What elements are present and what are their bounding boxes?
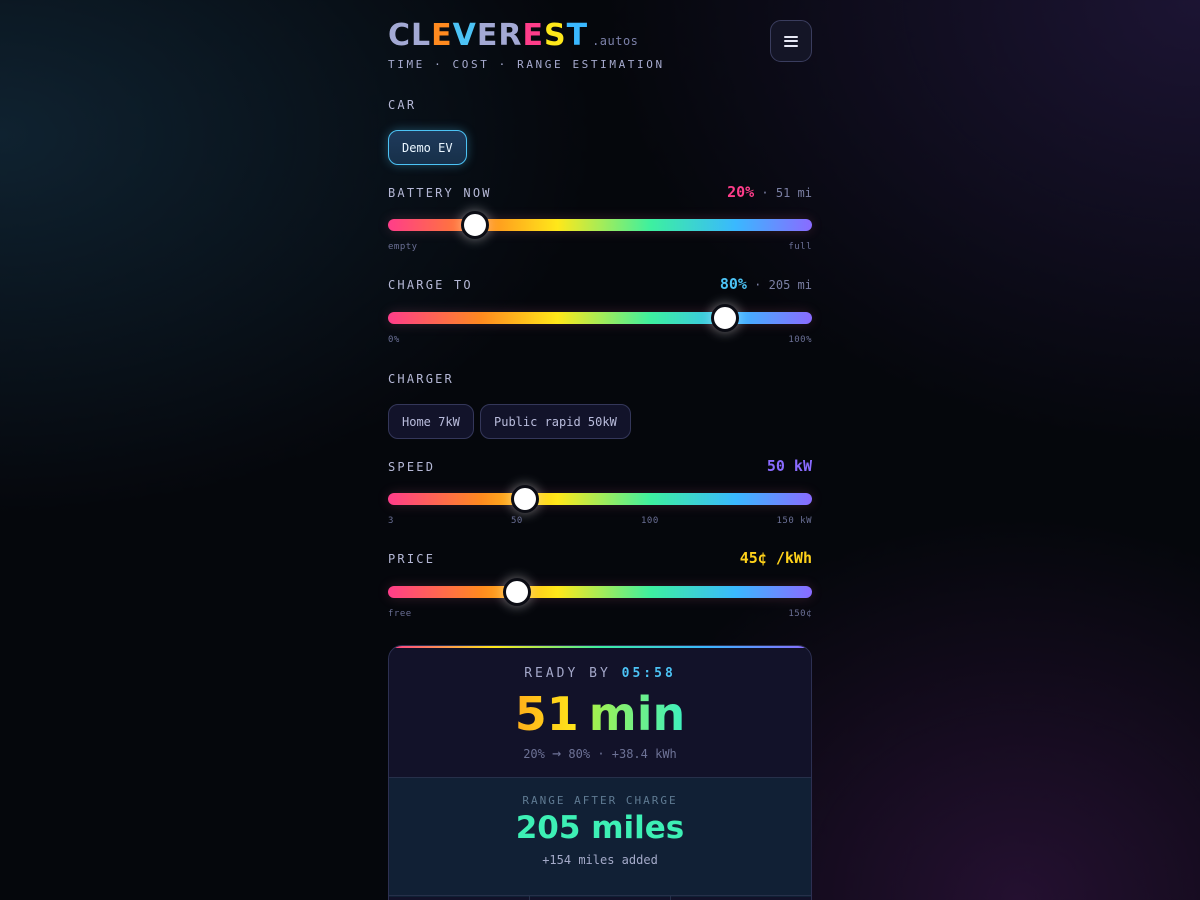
- stat-cell: [530, 896, 671, 900]
- logo-letter: E: [431, 18, 453, 53]
- speed-label: SPEED: [388, 460, 436, 474]
- price-max-label: 150¢: [788, 609, 812, 619]
- ready-by-time: 05:58: [621, 666, 676, 681]
- charger-label: CHARGER: [388, 372, 454, 386]
- battery-miles: 51 mi: [775, 186, 812, 200]
- battery-value: 20% · 51 mi: [727, 183, 812, 201]
- car-option-demo-ev[interactable]: Demo EV: [388, 130, 467, 165]
- range-panel: RANGE AFTER CHARGE 205 miles +154 miles …: [389, 777, 811, 897]
- speed-slider-thumb[interactable]: [511, 485, 540, 513]
- arrow-right-icon: →: [552, 744, 562, 762]
- charge-to-separator: ·: [754, 278, 762, 292]
- battery-label: BATTERY NOW: [388, 186, 492, 200]
- speed-slider[interactable]: [388, 485, 812, 513]
- logo-suffix: .autos: [592, 34, 639, 48]
- speed-value-text: 50 kW: [766, 457, 812, 475]
- logo-letter: R: [498, 18, 523, 53]
- charge-to-slider-thumb[interactable]: [710, 304, 739, 332]
- charge-to-slider[interactable]: [388, 304, 812, 332]
- battery-max-label: full: [788, 242, 812, 252]
- speed-tick-100: 100: [641, 516, 659, 526]
- logo[interactable]: CLEVEREST .autos: [388, 18, 638, 54]
- range-value: 205 miles: [515, 810, 685, 846]
- main-column: CLEVEREST .autos TIME · COST · RANGE EST…: [388, 0, 812, 900]
- price-label: PRICE: [388, 552, 436, 566]
- charge-to-miles: 205 mi: [768, 278, 812, 292]
- charger-option-public-rapid-50kw[interactable]: Public rapid 50kW: [480, 404, 631, 439]
- summary-to: 80%: [568, 747, 591, 761]
- charger-option-home-7kw[interactable]: Home 7kW: [388, 404, 474, 439]
- ready-by: READY BY 05:58: [389, 666, 811, 681]
- logo-letter: T: [566, 18, 589, 53]
- battery-separator: ·: [761, 186, 769, 200]
- price-slider-thumb[interactable]: [502, 578, 531, 606]
- price-slider[interactable]: [388, 578, 812, 606]
- speed-tick-3: 3: [388, 516, 394, 526]
- logo-letter: S: [543, 18, 567, 53]
- price-min-label: free: [388, 609, 412, 619]
- charge-duration: 51 min: [389, 686, 811, 742]
- summary-energy: · +38.4 kWh: [597, 747, 677, 761]
- logo-letter: L: [411, 18, 432, 53]
- logo-letter: E: [476, 18, 499, 53]
- battery-slider-thumb[interactable]: [461, 211, 490, 239]
- speed-value: 50 kW: [767, 457, 812, 475]
- logo-letter: V: [452, 18, 477, 53]
- charge-to-value: 80% · 205 mi: [720, 275, 812, 293]
- charge-duration-unit: min: [588, 687, 686, 741]
- summary-from: 20%: [523, 747, 545, 761]
- price-value: 45¢ /kWh: [740, 549, 812, 567]
- car-label: CAR: [388, 98, 417, 112]
- charge-duration-number: 51: [514, 687, 579, 741]
- battery-slider[interactable]: [388, 211, 812, 239]
- logo-wordmark: CLEVEREST: [388, 18, 588, 54]
- speed-tick-50: 50: [511, 516, 523, 526]
- tagline: TIME · COST · RANGE ESTIMATION: [388, 58, 665, 71]
- battery-min-label: empty: [388, 242, 418, 252]
- card-accent-line: [389, 646, 811, 648]
- charge-to-max-label: 100%: [788, 335, 812, 345]
- charge-to-percent: 80%: [719, 275, 747, 293]
- price-value-text: 45¢ /kWh: [739, 549, 812, 567]
- charge-to-label: CHARGE TO: [388, 278, 473, 292]
- result-card: READY BY 05:58 51 min 20% → 80% · +38.4 k…: [388, 645, 812, 900]
- logo-letter: C: [388, 18, 412, 53]
- hamburger-menu-icon: [784, 35, 798, 47]
- battery-percent: 20%: [727, 183, 755, 201]
- logo-letter: E: [522, 18, 544, 53]
- charge-summary: 20% → 80% · +38.4 kWh: [389, 744, 811, 762]
- stat-cell: [671, 896, 811, 900]
- charge-to-min-label: 0%: [388, 335, 400, 345]
- menu-button[interactable]: [770, 20, 812, 62]
- speed-tick-150: 150 kW: [776, 516, 812, 526]
- range-label: RANGE AFTER CHARGE: [522, 794, 678, 807]
- stat-cell: [389, 896, 530, 900]
- result-stats-row: [389, 895, 811, 900]
- range-added: +154 miles added: [542, 853, 658, 867]
- ready-by-label: READY BY: [524, 666, 611, 681]
